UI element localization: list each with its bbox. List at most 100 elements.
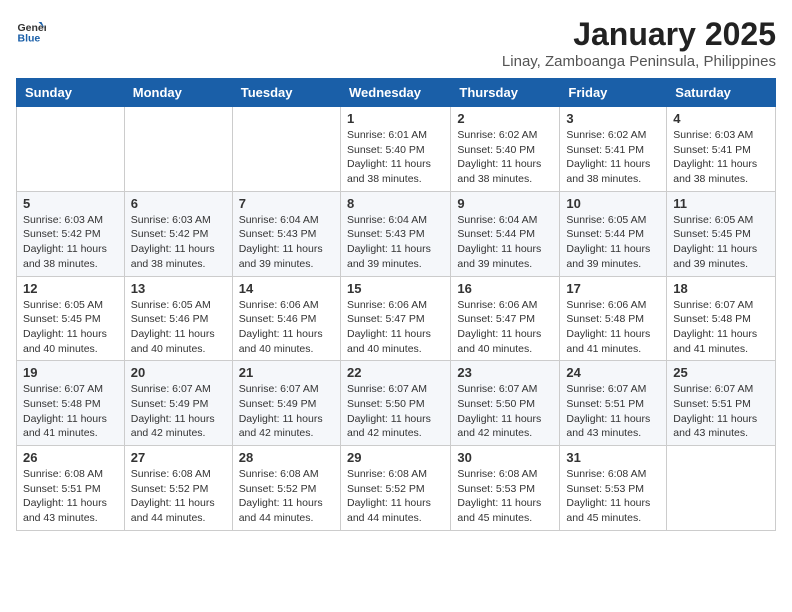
calendar-cell: 6 Sunrise: 6:03 AMSunset: 5:42 PMDaylight… [124, 191, 232, 276]
logo: General Blue [16, 16, 46, 46]
day-number: 5 [23, 196, 118, 211]
day-number: 6 [131, 196, 226, 211]
week-row-3: 12 Sunrise: 6:05 AMSunset: 5:45 PMDayligh… [17, 276, 776, 361]
day-info: Sunrise: 6:08 AMSunset: 5:52 PMDaylight:… [131, 467, 226, 526]
week-row-4: 19 Sunrise: 6:07 AMSunset: 5:48 PMDayligh… [17, 361, 776, 446]
day-info: Sunrise: 6:07 AMSunset: 5:49 PMDaylight:… [239, 382, 334, 441]
calendar-cell: 27 Sunrise: 6:08 AMSunset: 5:52 PMDayligh… [124, 446, 232, 531]
day-number: 25 [673, 365, 769, 380]
day-info: Sunrise: 6:07 AMSunset: 5:49 PMDaylight:… [131, 382, 226, 441]
calendar-cell: 29 Sunrise: 6:08 AMSunset: 5:52 PMDayligh… [340, 446, 450, 531]
day-number: 17 [566, 281, 660, 296]
day-number: 19 [23, 365, 118, 380]
day-info: Sunrise: 6:07 AMSunset: 5:51 PMDaylight:… [566, 382, 660, 441]
day-number: 31 [566, 450, 660, 465]
calendar-cell: 3 Sunrise: 6:02 AMSunset: 5:41 PMDaylight… [560, 107, 667, 192]
day-number: 9 [457, 196, 553, 211]
calendar-cell: 16Sunrise: 6:06 AMSunset: 5:47 PMDayligh… [451, 276, 560, 361]
day-number: 11 [673, 196, 769, 211]
day-number: 28 [239, 450, 334, 465]
day-info: Sunrise: 6:02 AMSunset: 5:40 PMDaylight:… [457, 128, 553, 187]
day-number: 26 [23, 450, 118, 465]
day-number: 18 [673, 281, 769, 296]
day-number: 12 [23, 281, 118, 296]
day-info: Sunrise: 6:05 AMSunset: 5:46 PMDaylight:… [131, 298, 226, 357]
calendar-cell: 26Sunrise: 6:08 AMSunset: 5:51 PMDayligh… [17, 446, 125, 531]
calendar-cell: 10Sunrise: 6:05 AMSunset: 5:44 PMDayligh… [560, 191, 667, 276]
day-number: 8 [347, 196, 444, 211]
day-info: Sunrise: 6:07 AMSunset: 5:48 PMDaylight:… [23, 382, 118, 441]
day-number: 10 [566, 196, 660, 211]
day-number: 22 [347, 365, 444, 380]
day-info: Sunrise: 6:08 AMSunset: 5:53 PMDaylight:… [457, 467, 553, 526]
day-info: Sunrise: 6:06 AMSunset: 5:47 PMDaylight:… [347, 298, 444, 357]
day-info: Sunrise: 6:07 AMSunset: 5:48 PMDaylight:… [673, 298, 769, 357]
day-number: 20 [131, 365, 226, 380]
day-info: Sunrise: 6:03 AMSunset: 5:42 PMDaylight:… [131, 213, 226, 272]
calendar-cell: 12 Sunrise: 6:05 AMSunset: 5:45 PMDayligh… [17, 276, 125, 361]
weekday-header-thursday: Thursday [451, 79, 560, 107]
calendar-cell: 20 Sunrise: 6:07 AMSunset: 5:49 PMDayligh… [124, 361, 232, 446]
day-number: 13 [131, 281, 226, 296]
calendar-cell: 7 Sunrise: 6:04 AMSunset: 5:43 PMDaylight… [232, 191, 340, 276]
calendar-cell: 15 Sunrise: 6:06 AMSunset: 5:47 PMDayligh… [340, 276, 450, 361]
day-info: Sunrise: 6:08 AMSunset: 5:53 PMDaylight:… [566, 467, 660, 526]
day-number: 30 [457, 450, 553, 465]
day-info: Sunrise: 6:07 AMSunset: 5:50 PMDaylight:… [347, 382, 444, 441]
day-number: 3 [566, 111, 660, 126]
day-info: Sunrise: 6:05 AMSunset: 5:45 PMDaylight:… [673, 213, 769, 272]
day-info: Sunrise: 6:02 AMSunset: 5:41 PMDaylight:… [566, 128, 660, 187]
day-info: Sunrise: 6:04 AMSunset: 5:43 PMDaylight:… [239, 213, 334, 272]
calendar-cell: 22 Sunrise: 6:07 AMSunset: 5:50 PMDayligh… [340, 361, 450, 446]
calendar-cell: 14 Sunrise: 6:06 AMSunset: 5:46 PMDayligh… [232, 276, 340, 361]
calendar-cell: 4 Sunrise: 6:03 AMSunset: 5:41 PMDaylight… [667, 107, 776, 192]
weekday-header-sunday: Sunday [17, 79, 125, 107]
weekday-header-wednesday: Wednesday [340, 79, 450, 107]
day-number: 15 [347, 281, 444, 296]
calendar-cell: 2 Sunrise: 6:02 AMSunset: 5:40 PMDaylight… [451, 107, 560, 192]
day-info: Sunrise: 6:07 AMSunset: 5:50 PMDaylight:… [457, 382, 553, 441]
day-info: Sunrise: 6:04 AMSunset: 5:44 PMDaylight:… [457, 213, 553, 272]
calendar-cell: 25 Sunrise: 6:07 AMSunset: 5:51 PMDayligh… [667, 361, 776, 446]
day-number: 1 [347, 111, 444, 126]
day-info: Sunrise: 6:07 AMSunset: 5:51 PMDaylight:… [673, 382, 769, 441]
calendar-cell [17, 107, 125, 192]
logo-icon: General Blue [16, 16, 46, 46]
calendar-cell: 9 Sunrise: 6:04 AMSunset: 5:44 PMDaylight… [451, 191, 560, 276]
day-info: Sunrise: 6:06 AMSunset: 5:47 PMDaylight:… [457, 298, 553, 357]
calendar-cell: 1Sunrise: 6:01 AMSunset: 5:40 PMDaylight… [340, 107, 450, 192]
weekday-header-row: SundayMondayTuesdayWednesdayThursdayFrid… [17, 79, 776, 107]
calendar-cell: 24 Sunrise: 6:07 AMSunset: 5:51 PMDayligh… [560, 361, 667, 446]
calendar-cell: 28 Sunrise: 6:08 AMSunset: 5:52 PMDayligh… [232, 446, 340, 531]
calendar-cell: 23 Sunrise: 6:07 AMSunset: 5:50 PMDayligh… [451, 361, 560, 446]
day-info: Sunrise: 6:06 AMSunset: 5:46 PMDaylight:… [239, 298, 334, 357]
day-number: 2 [457, 111, 553, 126]
calendar-cell: 8Sunrise: 6:04 AMSunset: 5:43 PMDaylight… [340, 191, 450, 276]
calendar-cell [667, 446, 776, 531]
day-number: 29 [347, 450, 444, 465]
day-number: 27 [131, 450, 226, 465]
calendar-cell: 5 Sunrise: 6:03 AMSunset: 5:42 PMDaylight… [17, 191, 125, 276]
day-number: 24 [566, 365, 660, 380]
day-number: 14 [239, 281, 334, 296]
day-number: 21 [239, 365, 334, 380]
calendar-cell: 19 Sunrise: 6:07 AMSunset: 5:48 PMDayligh… [17, 361, 125, 446]
day-info: Sunrise: 6:08 AMSunset: 5:52 PMDaylight:… [239, 467, 334, 526]
svg-text:Blue: Blue [18, 33, 41, 45]
day-number: 23 [457, 365, 553, 380]
week-row-5: 26Sunrise: 6:08 AMSunset: 5:51 PMDayligh… [17, 446, 776, 531]
calendar-cell: 13 Sunrise: 6:05 AMSunset: 5:46 PMDayligh… [124, 276, 232, 361]
day-info: Sunrise: 6:05 AMSunset: 5:45 PMDaylight:… [23, 298, 118, 357]
title-block: January 2025 Linay, Zamboanga Peninsula,… [502, 16, 776, 70]
calendar-cell: 21 Sunrise: 6:07 AMSunset: 5:49 PMDayligh… [232, 361, 340, 446]
day-number: 7 [239, 196, 334, 211]
calendar-cell: 31 Sunrise: 6:08 AMSunset: 5:53 PMDayligh… [560, 446, 667, 531]
location-title: Linay, Zamboanga Peninsula, Philippines [502, 53, 776, 70]
day-info: Sunrise: 6:03 AMSunset: 5:42 PMDaylight:… [23, 213, 118, 272]
week-row-2: 5 Sunrise: 6:03 AMSunset: 5:42 PMDaylight… [17, 191, 776, 276]
week-row-1: 1Sunrise: 6:01 AMSunset: 5:40 PMDaylight… [17, 107, 776, 192]
day-number: 4 [673, 111, 769, 126]
day-info: Sunrise: 6:06 AMSunset: 5:48 PMDaylight:… [566, 298, 660, 357]
day-info: Sunrise: 6:08 AMSunset: 5:52 PMDaylight:… [347, 467, 444, 526]
day-info: Sunrise: 6:03 AMSunset: 5:41 PMDaylight:… [673, 128, 769, 187]
